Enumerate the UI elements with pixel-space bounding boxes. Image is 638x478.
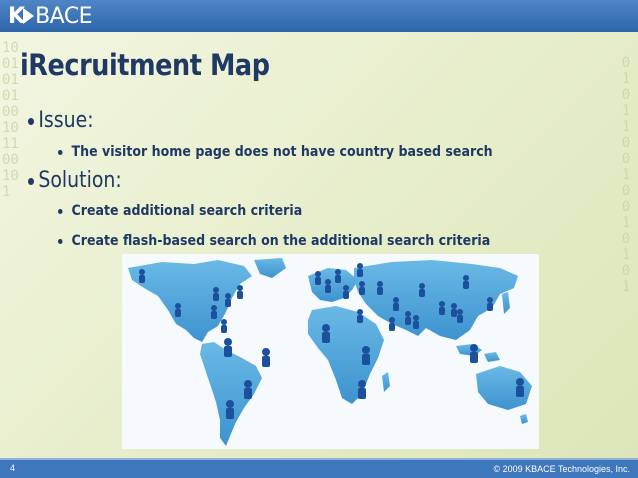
bullet-issue: Issue: <box>28 108 94 133</box>
subbullet-text: Create flash-based search on the additio… <box>71 233 491 249</box>
kbace-logo: K BACE <box>8 3 93 29</box>
subbullet-solution-1: Create additional search criteria <box>58 203 302 219</box>
bullet-icon <box>28 117 35 125</box>
subbullet-issue-1: The visitor home page does not have coun… <box>58 144 493 160</box>
binary-digits-right: 010110010010101 <box>621 55 631 295</box>
world-map-image <box>122 254 539 449</box>
header-bar: K BACE <box>0 0 638 32</box>
logo-k: K <box>8 3 25 29</box>
subbullet-text: The visitor home page does not have coun… <box>71 144 493 160</box>
subbullet-solution-2: Create flash-based search on the additio… <box>58 233 490 249</box>
subbullet-text: Create additional search criteria <box>71 203 303 219</box>
page-number: 4 <box>10 463 16 473</box>
slide-title: iRecruitment Map <box>20 48 270 82</box>
slide: 1001010100101100101 010110010010101 K BA… <box>0 0 638 478</box>
bullet-solution-label: Solution: <box>38 168 122 193</box>
bullet-icon <box>28 177 35 185</box>
bullet-solution: Solution: <box>28 168 122 193</box>
copyright-text: © 2009 KBACE Technologies, Inc. <box>493 464 630 474</box>
logo-triangle-icon <box>23 8 35 24</box>
bullet-icon <box>58 238 63 244</box>
logo-text: BACE <box>35 3 93 29</box>
bullet-icon <box>58 149 63 155</box>
bullet-issue-label: Issue: <box>38 108 94 133</box>
world-map-people-icon <box>122 254 539 449</box>
binary-digits-left: 1001010100101100101 <box>2 40 19 200</box>
bullet-icon <box>58 208 63 214</box>
